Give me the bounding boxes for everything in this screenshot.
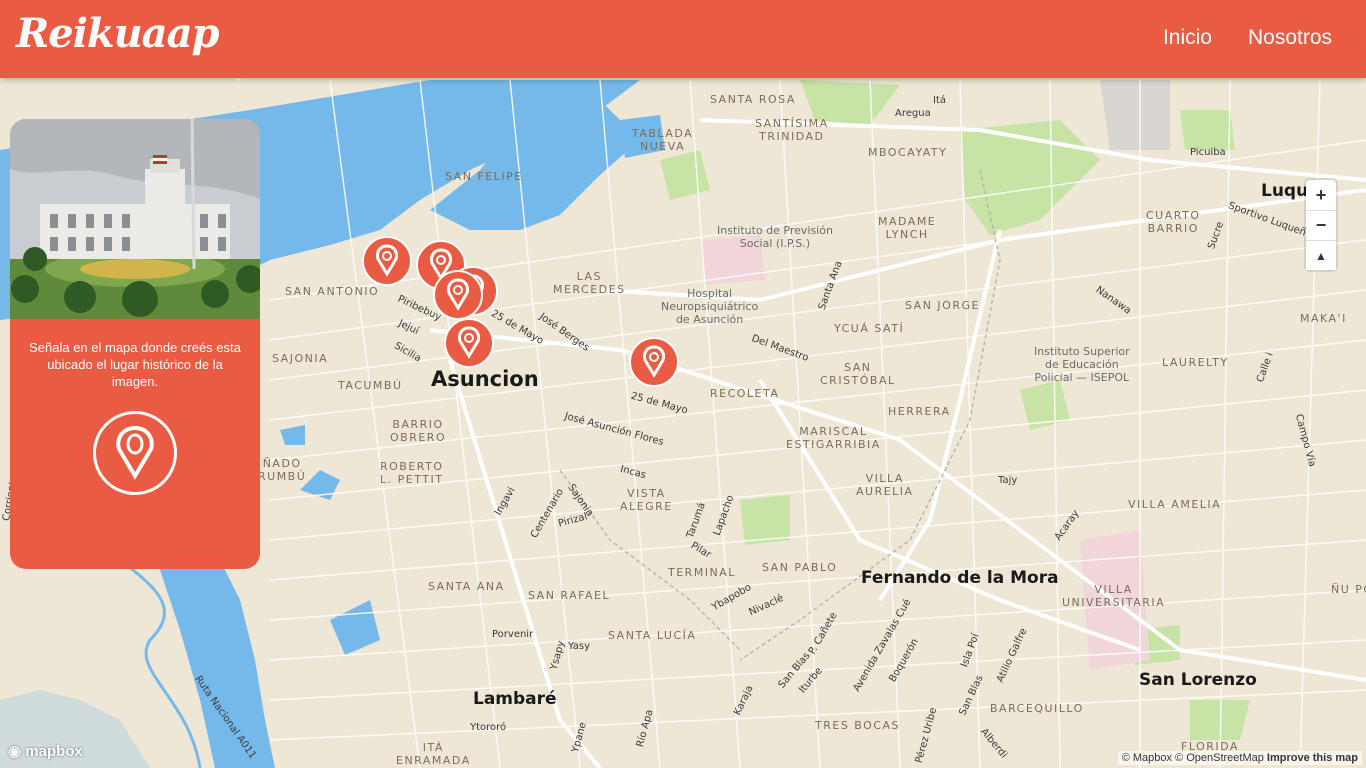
district-label: SAN CRISTÓBAL (820, 361, 896, 387)
district-label: RECOLETA (710, 387, 780, 400)
district-label: ÑU PO (1331, 583, 1366, 596)
district-label: MADAME LYNCH (878, 215, 937, 241)
app-header: Reikuaap Inicio Nosotros (0, 0, 1366, 78)
location-marker[interactable] (444, 318, 494, 368)
city-label: Fernando de la Mora (861, 568, 1059, 588)
district-label: BARRIO OBRERO (390, 418, 447, 444)
attribution: © Mapbox © OpenStreetMap Improve this ma… (1117, 751, 1362, 765)
district-label: MARISCAL ESTIGARRIBIA (786, 425, 881, 451)
place-pin-button[interactable] (93, 411, 177, 495)
street-label: Itá (933, 95, 946, 106)
poi-label: Instituto de Previsión Social (I.P.S.) (717, 224, 833, 250)
district-label: SAN JORGE (905, 299, 980, 312)
poi-label: Hospital Neuropsiquiátrico de Asunción (661, 287, 759, 326)
historic-place-photo (10, 119, 260, 319)
zoom-out-button[interactable]: − (1306, 210, 1336, 240)
mapbox-brand-text: mapbox (25, 743, 83, 760)
airport-area (1100, 80, 1170, 150)
main-nav: Inicio Nosotros (1163, 26, 1332, 50)
app-logo[interactable]: Reikuaap (16, 10, 219, 57)
street-label: Aregua (895, 108, 931, 119)
district-label: TABLADA NUEVA (632, 127, 694, 153)
district-label: ITÁ ENRAMADA (396, 741, 471, 767)
district-label: SAN PABLO (762, 561, 838, 574)
district-label: LAURELTY (1162, 356, 1229, 369)
district-label: BARCEQUILLO (990, 702, 1084, 715)
district-label: MAKA'I (1300, 312, 1347, 325)
district-label: SAN RAFAEL (528, 589, 611, 602)
compass-button[interactable]: ▲ (1306, 240, 1336, 270)
district-label: TACUMBÚ (338, 379, 403, 392)
attribution-text[interactable]: © Mapbox © OpenStreetMap (1122, 752, 1264, 764)
district-label: SANTA ROSA (710, 93, 796, 106)
district-label: SAN ANTONIO (285, 285, 380, 298)
mapbox-logo[interactable]: ◉ mapbox (8, 742, 83, 760)
district-label: MBOCAYATY (868, 146, 948, 159)
nav-home[interactable]: Inicio (1163, 26, 1212, 50)
district-label: TRES BOCAS (815, 719, 900, 732)
district-label: ROBERTO L. PETTIT (380, 460, 444, 486)
map-pin-icon (116, 425, 154, 480)
district-label: SAN FELIPE (445, 170, 523, 183)
city-label: San Lorenzo (1139, 670, 1257, 690)
district-label: VILLA AMELIA (1128, 498, 1222, 511)
location-marker[interactable] (362, 236, 412, 286)
zoom-in-button[interactable]: + (1306, 180, 1336, 210)
district-label: SANTA ANA (428, 580, 505, 593)
mapbox-logo-icon: ◉ (8, 743, 26, 760)
nav-about[interactable]: Nosotros (1248, 26, 1332, 50)
district-label: SAJONIA (272, 352, 329, 365)
district-label: LAS MERCEDES (553, 270, 626, 296)
improve-map-link[interactable]: Improve this map (1267, 752, 1358, 764)
challenge-instruction: Señala en el mapa donde creés esta ubica… (29, 340, 241, 389)
map-controls: + − ▲ (1306, 180, 1336, 270)
street-label: Yasy (568, 641, 590, 652)
district-label: VILLA UNIVERSITARIA (1062, 583, 1166, 609)
district-label: SANTA LUCÍA (608, 629, 697, 642)
location-marker[interactable] (433, 270, 483, 320)
city-label: Asuncion (431, 367, 539, 391)
street-label: Ytororó (470, 722, 507, 733)
street-label: Porvenir (492, 629, 534, 640)
district-label: SANTÍSIMA TRINIDAD (755, 117, 829, 143)
district-label: YCUÁ SATÍ (834, 322, 905, 335)
challenge-card: Señala en el mapa donde creés esta ubica… (10, 119, 260, 569)
district-label: CUARTO BARRIO (1146, 209, 1201, 235)
street-label: Picuiba (1190, 147, 1226, 158)
location-marker[interactable] (629, 337, 679, 387)
district-label: VILLA AURELIA (856, 472, 914, 498)
district-label: HERRERA (888, 405, 951, 418)
city-label: Lambaré (473, 689, 557, 709)
district-label: ÑADO RUMBÚ (258, 457, 307, 483)
street-label: Tajy (998, 475, 1018, 486)
district-label: VISTA ALEGRE (620, 487, 673, 513)
poi-label: Instituto Superior de Educación Policial… (1034, 345, 1130, 384)
district-label: TERMINAL (668, 566, 736, 579)
